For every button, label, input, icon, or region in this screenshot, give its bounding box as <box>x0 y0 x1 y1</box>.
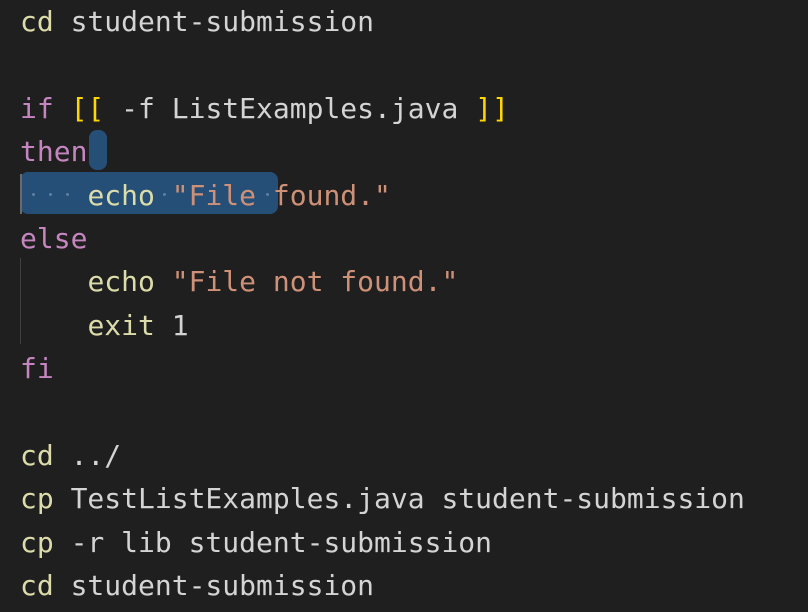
code-token: cd <box>20 569 54 603</box>
code-token: 1 <box>154 308 189 342</box>
code-token: cd <box>20 439 54 472</box>
code-line[interactable]: exit 1 <box>20 304 189 347</box>
code-token: "File not found." <box>171 265 459 299</box>
code-line[interactable]: else <box>20 217 87 260</box>
code-line[interactable]: then <box>20 130 87 173</box>
code-token: cp <box>20 525 54 559</box>
code-token: cp <box>20 482 54 516</box>
code-line[interactable]: fi <box>20 347 54 390</box>
code-token: ]] <box>475 91 509 125</box>
code-token: -f ListExamples.java <box>104 91 476 125</box>
code-token: TestListExamples.java student-submission <box>53 482 745 516</box>
code-token: fi <box>20 352 54 386</box>
code-token: "File found." <box>171 178 391 212</box>
code-token: [[ <box>70 91 105 125</box>
code-token: else <box>20 222 88 255</box>
code-token: if <box>20 91 54 125</box>
code-line[interactable]: echo "File not found." <box>20 260 458 303</box>
code-line[interactable]: cp -r lib student-submission <box>20 521 492 564</box>
code-line[interactable]: if [[ -f ListExamples.java ]] <box>20 87 509 130</box>
code-line[interactable]: cp TestListExamples.java student-submiss… <box>20 477 745 520</box>
code-token: echo <box>87 265 155 299</box>
code-token: exit <box>87 308 155 342</box>
code-line[interactable]: cd student-submission <box>20 0 374 43</box>
code-token: then <box>20 135 88 169</box>
code-line[interactable]: cd ../ <box>20 434 121 477</box>
code-editor[interactable]: cd student-submission if [[ -f ListExampl… <box>0 0 808 612</box>
text-selection-then <box>89 130 107 170</box>
code-token: echo <box>87 178 155 212</box>
code-token: student-submission <box>53 5 375 38</box>
code-token: -r lib student-submission <box>53 525 493 559</box>
code-token: student-submission <box>53 569 375 603</box>
code-line[interactable]: cd student-submission <box>20 564 374 607</box>
code-token: ../ <box>53 439 122 472</box>
code-line[interactable]: echo "File found." <box>20 174 391 217</box>
code-token: cd <box>20 5 54 38</box>
